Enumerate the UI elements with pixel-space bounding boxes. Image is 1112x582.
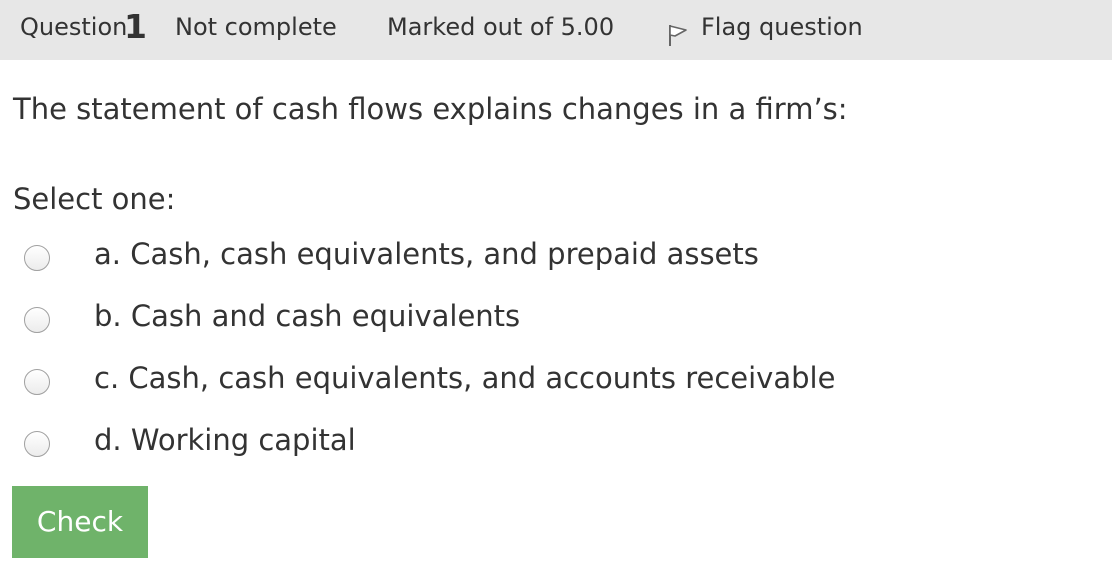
answer-option-b[interactable]: b. Cash and cash equivalents <box>22 299 842 348</box>
question-number: 1 <box>124 7 147 46</box>
flag-question-link[interactable]: Flag question <box>665 0 863 54</box>
question-state: Not complete <box>175 13 337 41</box>
question-grade: Marked out of 5.00 <box>387 13 615 41</box>
answer-option-d[interactable]: d. Working capital <box>22 423 842 472</box>
flag-icon <box>665 13 691 46</box>
select-one-prompt: Select one: <box>13 182 176 216</box>
check-button[interactable]: Check <box>12 486 148 558</box>
question-label: Question <box>20 13 128 41</box>
radio-button-a[interactable] <box>24 245 50 271</box>
radio-button-c[interactable] <box>24 369 50 395</box>
answer-label-a: a. Cash, cash equivalents, and prepaid a… <box>94 237 759 271</box>
question-text: The statement of cash flows explains cha… <box>13 92 848 126</box>
answer-label-b: b. Cash and cash equivalents <box>94 299 521 333</box>
flag-question-label: Flag question <box>701 13 863 41</box>
answer-option-c[interactable]: c. Cash, cash equivalents, and accounts … <box>22 361 842 410</box>
answer-label-d: d. Working capital <box>94 423 356 457</box>
answer-option-a[interactable]: a. Cash, cash equivalents, and prepaid a… <box>22 237 842 286</box>
question-info-bar: Question 1 Not complete Marked out of 5.… <box>0 0 1112 60</box>
answer-label-c: c. Cash, cash equivalents, and accounts … <box>94 361 836 395</box>
radio-button-b[interactable] <box>24 307 50 333</box>
radio-button-d[interactable] <box>24 431 50 457</box>
